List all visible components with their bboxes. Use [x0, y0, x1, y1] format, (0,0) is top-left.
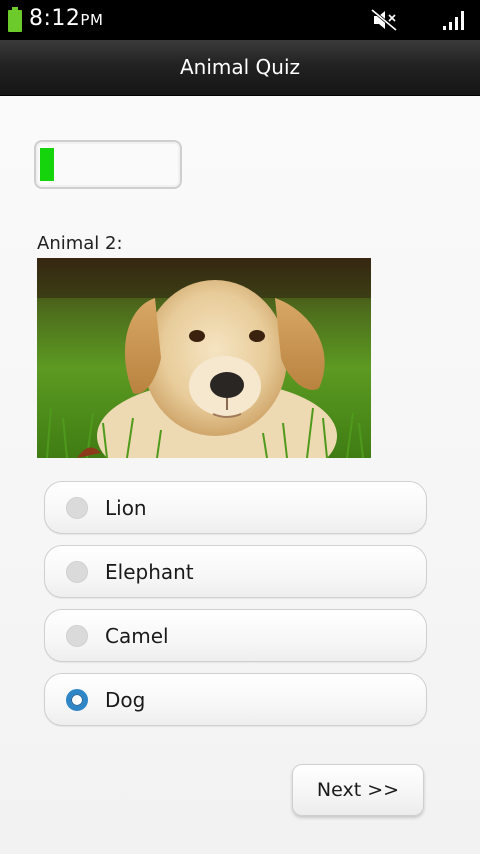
clock-time: 8:12 — [29, 6, 81, 31]
animal-photo — [37, 258, 371, 458]
option-label-lion: Lion — [105, 496, 147, 520]
option-elephant[interactable]: Elephant — [44, 545, 427, 598]
radio-camel[interactable] — [66, 625, 88, 647]
mute-icon — [371, 8, 397, 32]
option-label-elephant: Elephant — [105, 560, 194, 584]
next-button[interactable]: Next >> — [292, 764, 424, 816]
status-clock: 8:12PM — [29, 6, 103, 33]
status-bar: 8:12PM — [0, 0, 480, 40]
option-lion[interactable]: Lion — [44, 481, 427, 534]
radio-lion[interactable] — [66, 497, 88, 519]
clock-ampm: PM — [80, 11, 104, 29]
quiz-progress-bar — [34, 140, 182, 189]
option-dog[interactable]: Dog — [44, 673, 427, 726]
progress-fill — [40, 148, 54, 181]
progress-track — [40, 148, 176, 181]
battery-icon — [8, 7, 22, 32]
option-label-dog: Dog — [105, 688, 146, 712]
option-camel[interactable]: Camel — [44, 609, 427, 662]
signal-icon — [443, 11, 464, 30]
option-label-camel: Camel — [105, 624, 169, 648]
question-label: Animal 2: — [37, 233, 123, 254]
app-title: Animal Quiz — [179, 55, 301, 79]
radio-elephant[interactable] — [66, 561, 88, 583]
action-bar: Animal Quiz — [0, 40, 480, 96]
radio-dog[interactable] — [66, 689, 88, 711]
